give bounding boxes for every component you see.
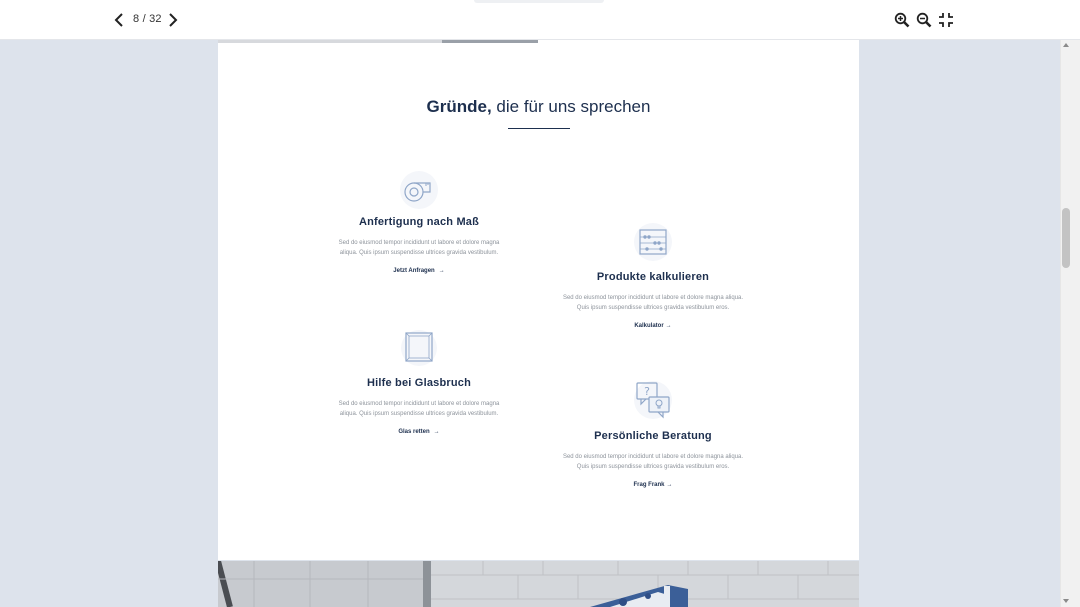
glass-pane-icon <box>401 330 437 366</box>
feature-link-glas-retten[interactable]: Glas retten → <box>326 429 512 435</box>
feature-title: Anfertigung nach Maß <box>358 216 480 228</box>
feature-anfertigung: Anfertigung nach Maß Sed do eiusmod temp… <box>326 170 512 274</box>
chat-bubbles-icon: ? <box>634 381 672 419</box>
previous-page-button[interactable] <box>109 10 129 30</box>
zoom-out-button[interactable] <box>914 10 934 30</box>
toolbar-handle <box>474 0 604 3</box>
zoom-out-icon <box>916 12 932 28</box>
arrow-right-icon: → <box>666 482 673 488</box>
document-page: Gründe, die für uns sprechen Anfertigung… <box>218 40 859 560</box>
next-page-preview <box>218 561 859 607</box>
feature-title: Persönliche Beratung <box>594 430 712 442</box>
section-title: Gründe, die für uns sprechen <box>218 97 859 117</box>
arrow-right-icon: → <box>438 268 445 274</box>
page-indicator: 8 / 32 <box>133 13 162 25</box>
feature-description-line1: Sed do eiusmod tempor incididunt ut labo… <box>562 295 744 301</box>
feature-title: Hilfe bei Glasbruch <box>366 377 472 389</box>
arrow-right-icon: → <box>665 323 672 329</box>
abacus-icon <box>634 223 672 261</box>
next-page-button[interactable] <box>163 10 183 30</box>
vertical-scrollbar[interactable] <box>1060 40 1080 607</box>
title-underline <box>508 128 570 129</box>
scroll-up-arrow-icon[interactable] <box>1063 43 1069 47</box>
feature-link-label: Jetzt Anfragen <box>393 268 435 274</box>
feature-description-line2: Quis ipsum suspendisse ultrices gravida … <box>576 464 730 470</box>
feature-link-kalkulator[interactable]: Kalkulator → <box>554 323 752 329</box>
exit-fullscreen-icon <box>939 13 953 27</box>
feature-link-frag-frank[interactable]: Frag Frank → <box>554 482 752 488</box>
scroll-down-arrow-icon[interactable] <box>1063 599 1069 603</box>
feature-description-line2: aliqua. Quis ipsum suspendisse ultrices … <box>339 250 499 256</box>
previous-page-edge-shadow <box>442 40 538 43</box>
section-title-rest: die für uns sprechen <box>491 97 651 116</box>
svg-text:?: ? <box>644 385 650 398</box>
feature-link-label: Kalkulator <box>634 323 664 329</box>
feature-description-line2: Quis ipsum suspendisse ultrices gravida … <box>576 305 730 311</box>
measuring-tape-icon <box>400 171 438 209</box>
zoom-in-icon <box>894 12 910 28</box>
feature-link-label: Glas retten <box>398 429 430 435</box>
feature-title: Produkte kalkulieren <box>596 271 710 283</box>
feature-link-jetzt-anfragen[interactable]: Jetzt Anfragen → <box>326 268 512 274</box>
tiled-wall-photo <box>218 561 859 607</box>
feature-kalkulieren: Produkte kalkulieren Sed do eiusmod temp… <box>554 222 752 329</box>
feature-beratung: ? Persönliche Beratung Sed do eiusmod te… <box>554 380 752 488</box>
feature-description-line1: Sed do eiusmod tempor incididunt ut labo… <box>338 401 500 407</box>
scrollbar-thumb[interactable] <box>1062 208 1070 268</box>
viewer-toolbar: 8 / 32 <box>0 0 1080 40</box>
chevron-left-icon <box>114 13 123 27</box>
feature-description-line2: aliqua. Quis ipsum suspendisse ultrices … <box>339 411 499 417</box>
feature-glasbruch: Hilfe bei Glasbruch Sed do eiusmod tempo… <box>326 329 512 435</box>
chevron-right-icon <box>169 13 178 27</box>
feature-description-line1: Sed do eiusmod tempor incididunt ut labo… <box>338 240 500 246</box>
zoom-in-button[interactable] <box>892 10 912 30</box>
feature-description-line1: Sed do eiusmod tempor incididunt ut labo… <box>562 454 744 460</box>
exit-fullscreen-button[interactable] <box>936 10 956 30</box>
section-title-strong: Gründe, <box>426 97 492 116</box>
feature-link-label: Frag Frank <box>633 482 665 488</box>
arrow-right-icon: → <box>433 429 440 435</box>
